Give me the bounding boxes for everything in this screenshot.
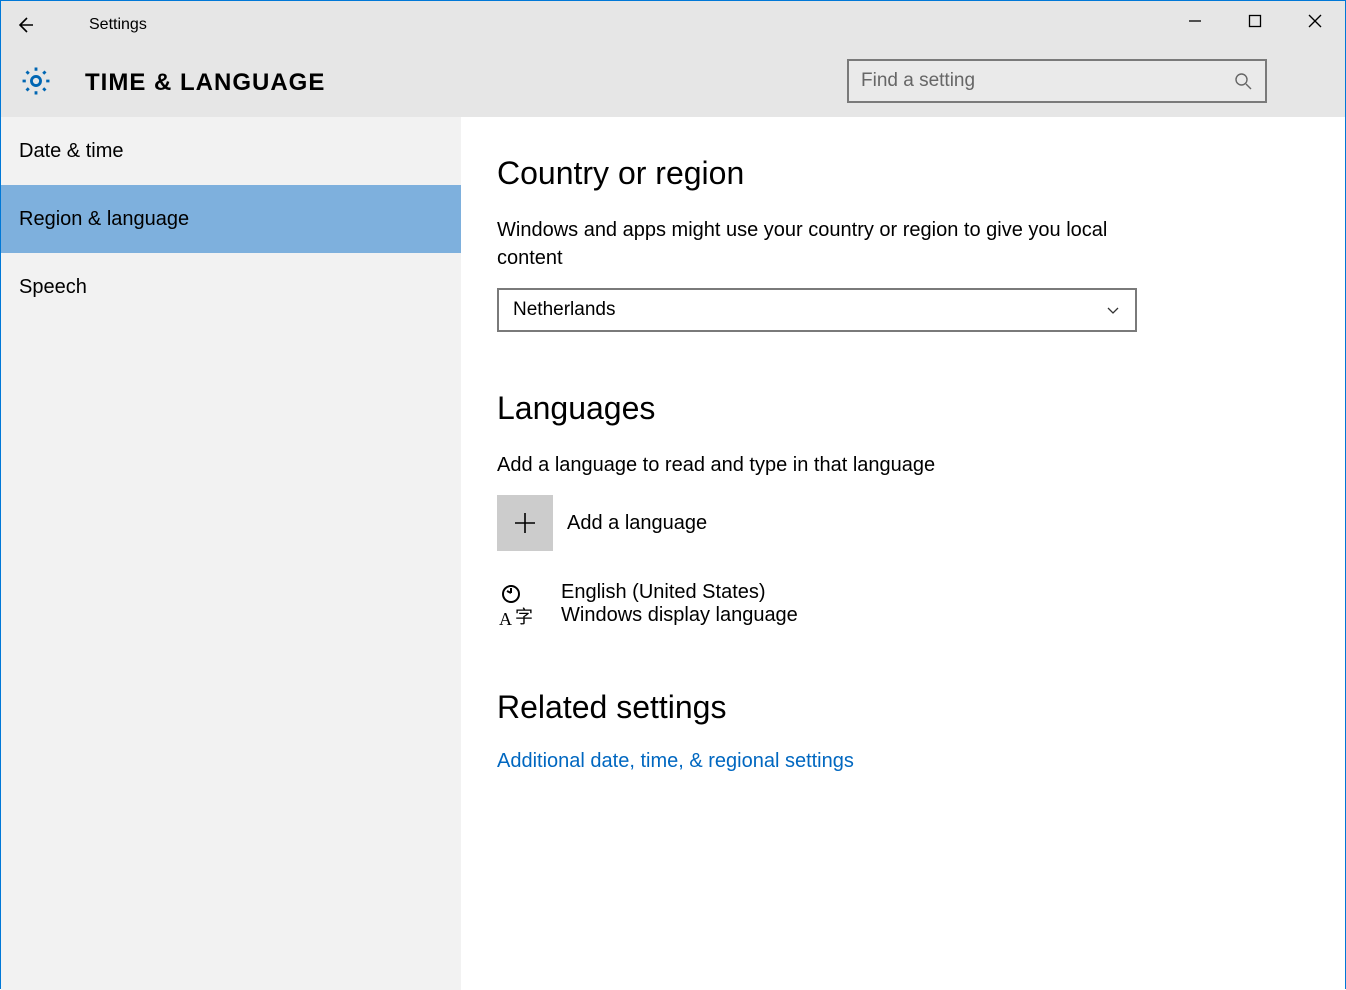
language-name: English (United States): [561, 581, 798, 604]
search-icon: [1233, 71, 1253, 91]
country-dropdown[interactable]: Netherlands: [497, 288, 1137, 332]
svg-text:字: 字: [515, 607, 533, 627]
country-heading: Country or region: [497, 155, 1305, 192]
maximize-icon: [1248, 14, 1262, 28]
add-language-label: Add a language: [567, 512, 707, 535]
language-icon: A 字: [497, 583, 541, 631]
country-selected: Netherlands: [513, 299, 615, 321]
back-button[interactable]: [1, 1, 49, 49]
sidebar-item-speech[interactable]: Speech: [1, 253, 461, 321]
maximize-button[interactable]: [1225, 1, 1285, 41]
add-language-button[interactable]: Add a language: [497, 495, 1305, 551]
sidebar-item-date-time[interactable]: Date & time: [1, 117, 461, 185]
languages-heading: Languages: [497, 390, 1305, 427]
language-sub: Windows display language: [561, 604, 798, 627]
chevron-down-icon: [1105, 302, 1121, 318]
search-box[interactable]: [847, 59, 1267, 103]
section-related: Related settings Additional date, time, …: [497, 689, 1305, 773]
plus-icon: [511, 509, 539, 537]
category-title: TIME & LANGUAGE: [85, 69, 325, 97]
search-input[interactable]: [861, 70, 1233, 92]
gear-icon: [19, 64, 53, 103]
header: TIME & LANGUAGE: [1, 49, 1345, 117]
svg-text:A: A: [499, 609, 512, 629]
content-pane: Country or region Windows and apps might…: [461, 117, 1345, 990]
section-country: Country or region Windows and apps might…: [497, 155, 1305, 332]
sidebar-item-label: Region & language: [19, 208, 189, 231]
country-desc: Windows and apps might use your country …: [497, 216, 1137, 272]
close-icon: [1308, 14, 1322, 28]
language-text: English (United States) Windows display …: [561, 581, 798, 627]
languages-desc: Add a language to read and type in that …: [497, 451, 1137, 479]
minimize-button[interactable]: [1165, 1, 1225, 41]
window-title: Settings: [89, 16, 147, 34]
close-button[interactable]: [1285, 1, 1345, 41]
titlebar: Settings: [1, 1, 1345, 49]
arrow-left-icon: [15, 15, 35, 35]
add-language-box: [497, 495, 553, 551]
sidebar: Date & time Region & language Speech: [1, 117, 461, 990]
related-link[interactable]: Additional date, time, & regional settin…: [497, 750, 854, 772]
window-controls: [1165, 1, 1345, 41]
sidebar-item-label: Date & time: [19, 140, 123, 163]
sidebar-item-label: Speech: [19, 276, 87, 299]
sidebar-item-region-language[interactable]: Region & language: [1, 185, 461, 253]
related-heading: Related settings: [497, 689, 1305, 726]
section-languages: Languages Add a language to read and typ…: [497, 390, 1305, 631]
language-item[interactable]: A 字 English (United States) Windows disp…: [497, 581, 1305, 631]
body: Date & time Region & language Speech Cou…: [1, 117, 1345, 990]
minimize-icon: [1188, 14, 1202, 28]
